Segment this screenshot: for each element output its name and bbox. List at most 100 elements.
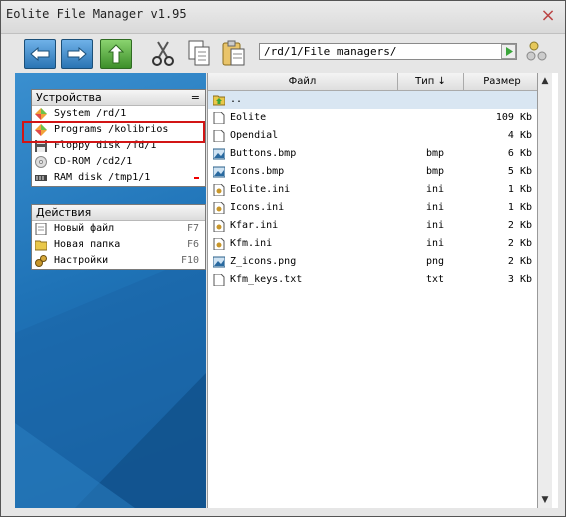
copy-button[interactable] (186, 39, 212, 67)
devices-panel: Устройства = System /rd/1 Programs /koli… (31, 89, 206, 187)
image-file-icon (213, 148, 225, 160)
file-type: ini (426, 220, 445, 231)
column-name[interactable]: Файл (208, 73, 398, 90)
new-folder-icon (35, 240, 47, 251)
device-programs[interactable]: Programs /kolibrios (32, 122, 205, 138)
action-new-folder[interactable]: Новая папка F6 (32, 237, 205, 253)
title-bar[interactable]: Eolite File Manager v1.95 × (1, 1, 565, 34)
eject-icon[interactable] (194, 177, 199, 179)
actions-header[interactable]: Действия (32, 205, 205, 221)
file-size: 2 Kb (507, 220, 532, 231)
file-name: .. (230, 94, 243, 105)
device-cdrom[interactable]: CD-ROM /cd2/1 (32, 154, 205, 170)
diamond-icon (35, 124, 47, 136)
file-type: ini (426, 238, 445, 249)
file-name: Buttons.bmp (230, 148, 297, 159)
file-size: 1 Kb (507, 202, 532, 213)
file-row[interactable]: Kfm.ini ini 2 Kb (208, 235, 540, 253)
file-list: Файл Тип ↓ Размер .. Eolite 109 Kb Opendial… (207, 73, 558, 508)
vertical-scrollbar[interactable]: ▲ ▼ (537, 73, 552, 508)
actions-panel: Действия Новый файл F7 Новая папка F6 На… (31, 204, 206, 270)
ram-icon (35, 175, 47, 181)
action-label: Новый файл (54, 223, 115, 234)
file-row[interactable]: Eolite 109 Kb (208, 109, 540, 127)
ini-file-icon (213, 184, 225, 196)
up-button[interactable] (100, 39, 132, 69)
file-row[interactable]: .. (208, 91, 540, 109)
settings-balls-icon[interactable] (525, 40, 551, 64)
file-name: Icons.ini (230, 202, 285, 213)
scroll-down-arrow[interactable]: ▼ (538, 493, 552, 507)
file-name: Icons.bmp (230, 166, 285, 177)
file-size: 2 Kb (507, 238, 532, 249)
action-label: Настройки (54, 255, 109, 266)
device-system[interactable]: System /rd/1 (32, 106, 205, 122)
copy-icon (188, 40, 210, 66)
file-row[interactable]: Eolite.ini ini 1 Kb (208, 181, 540, 199)
device-floppy[interactable]: Floppy disk /fd/1 (32, 138, 205, 154)
diamond-icon (35, 108, 47, 120)
action-settings[interactable]: Настройки F10 (32, 253, 205, 269)
file-row[interactable]: Z_icons.png png 2 Kb (208, 253, 540, 271)
back-button[interactable] (24, 39, 56, 69)
actions-header-label: Действия (36, 206, 92, 219)
device-label: Floppy disk /fd/1 (54, 140, 157, 151)
device-label: Programs /kolibrios (54, 124, 169, 135)
file-size: 2 Kb (507, 256, 532, 267)
floppy-icon (35, 140, 47, 152)
file-type: png (426, 256, 445, 267)
close-button[interactable]: × (540, 7, 556, 25)
file-row[interactable]: Icons.bmp bmp 5 Kb (208, 163, 540, 181)
file-type: ini (426, 202, 445, 213)
file-type: bmp (426, 148, 445, 159)
file-size: 5 Kb (507, 166, 532, 177)
file-row[interactable]: Opendial 4 Kb (208, 127, 540, 145)
hotkey: F7 (186, 223, 199, 234)
up-file-icon (213, 95, 225, 106)
file-size: 4 Kb (507, 130, 532, 141)
action-new-file[interactable]: Новый файл F7 (32, 221, 205, 237)
file-row[interactable]: Icons.ini ini 1 Kb (208, 199, 540, 217)
device-ramdisk[interactable]: RAM disk /tmp1/1 (32, 170, 205, 186)
file-size: 3 Kb (507, 274, 532, 285)
window-title: Eolite File Manager v1.95 (6, 7, 187, 21)
collapse-icon[interactable]: = (191, 90, 200, 105)
cdrom-icon (35, 156, 47, 168)
file-list-header: Файл Тип ↓ Размер (208, 73, 540, 91)
file-name: Kfm_keys.txt (230, 274, 303, 285)
file-row[interactable]: Kfar.ini ini 2 Kb (208, 217, 540, 235)
devices-header[interactable]: Устройства = (32, 90, 205, 106)
path-input[interactable]: /rd/1/File managers/ (259, 43, 517, 60)
paste-button[interactable] (221, 39, 247, 67)
device-label: CD-ROM /cd2/1 (54, 156, 133, 167)
column-size[interactable]: Размер (464, 73, 540, 90)
image-file-icon (213, 166, 225, 178)
ini-file-icon (213, 202, 225, 214)
image-file-icon (213, 256, 225, 268)
go-button[interactable] (501, 44, 516, 59)
back-arrow-icon (30, 47, 50, 61)
gears-icon (35, 255, 47, 267)
hotkey: F6 (186, 239, 199, 250)
play-icon (505, 47, 513, 56)
file-name: Kfar.ini (230, 220, 279, 231)
file-type: txt (426, 274, 445, 285)
left-sidebar: Устройства = System /rd/1 Programs /koli… (15, 73, 206, 508)
file-size: 6 Kb (507, 148, 532, 159)
devices-header-label: Устройства (36, 91, 102, 104)
ini-file-icon (213, 220, 225, 232)
forward-button[interactable] (61, 39, 93, 69)
up-arrow-icon (108, 44, 124, 64)
file-row[interactable]: Kfm_keys.txt txt 3 Kb (208, 271, 540, 289)
column-type[interactable]: Тип ↓ (398, 73, 464, 90)
hotkey: F10 (180, 255, 199, 266)
scissors-icon (152, 41, 174, 66)
cut-button[interactable] (150, 39, 176, 67)
file-type: ini (426, 184, 445, 195)
file-type: bmp (426, 166, 445, 177)
file-file-icon (213, 130, 225, 142)
file-manager-window: Eolite File Manager v1.95 × /rd/1/File m… (0, 0, 566, 517)
scroll-up-arrow[interactable]: ▲ (538, 74, 552, 88)
file-row[interactable]: Buttons.bmp bmp 6 Kb (208, 145, 540, 163)
file-name: Eolite.ini (230, 184, 291, 195)
